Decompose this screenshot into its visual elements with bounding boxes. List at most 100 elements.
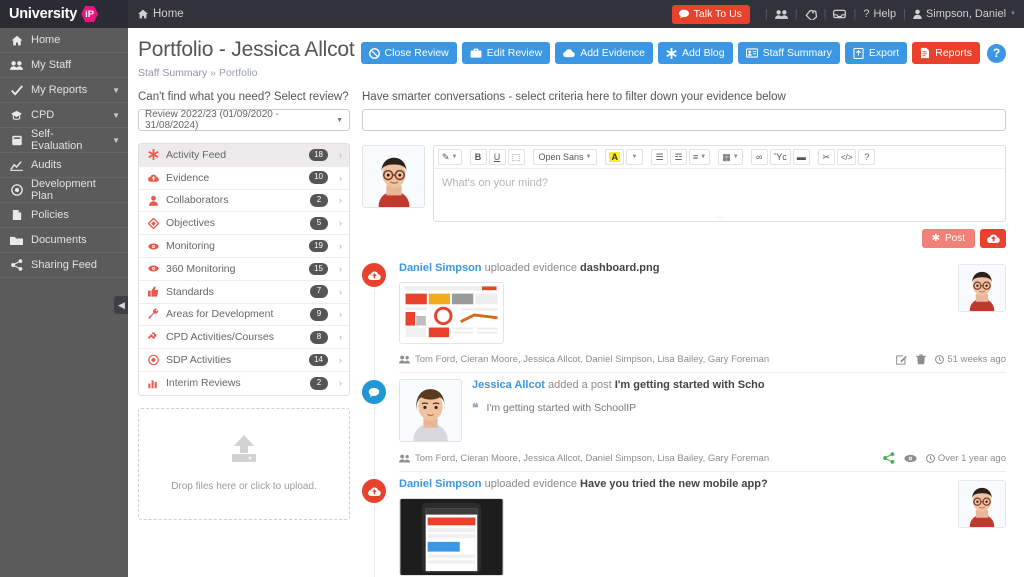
add-evidence-button[interactable]: Add Evidence <box>555 42 653 64</box>
feed-subject[interactable]: Have you tried the new mobile app? <box>580 478 768 490</box>
sidebar-item-my-reports[interactable]: My Reports ▼ <box>0 78 128 103</box>
upload-evidence-button[interactable] <box>980 229 1006 248</box>
post-body: Jessica Allcot added a post I'm getting … <box>399 379 1006 442</box>
users-group-icon[interactable] <box>774 9 788 20</box>
talk-to-us-button[interactable]: Talk To Us <box>671 4 750 24</box>
sidebar-item-my-staff[interactable]: My Staff <box>0 53 128 78</box>
help-label: Help <box>873 8 897 20</box>
toolbar-group: ✎ ▼ <box>438 149 462 165</box>
sidebar-item-cpd[interactable]: CPD ▼ <box>0 103 128 128</box>
add-blog-button[interactable]: Add Blog <box>658 42 733 64</box>
code-view-button[interactable]: </> <box>836 149 857 165</box>
ordered-list-button[interactable]: ☲ <box>669 149 687 165</box>
sidebar-item-home[interactable]: Home <box>0 28 128 53</box>
feed-author[interactable]: Daniel Simpson <box>399 262 482 274</box>
text-color-dropdown[interactable]: ▼ <box>625 149 643 165</box>
clear-format-button[interactable]: ⬚ <box>507 149 525 165</box>
help-link[interactable]: ? Help <box>863 8 896 20</box>
feed-author[interactable]: Jessica Allcot <box>472 379 545 391</box>
section-item-cpd-activities-courses[interactable]: CPD Activities/Courses 8 › <box>139 326 349 350</box>
image-glyph: Ὓc <box>773 152 787 162</box>
briefcase-icon <box>470 48 482 58</box>
sidebar-collapse-button[interactable]: ◀ <box>114 296 129 314</box>
sidebar-item-documents[interactable]: Documents <box>0 228 128 253</box>
section-item-objectives[interactable]: Objectives 5 › <box>139 212 349 236</box>
evidence-type-icon <box>359 476 389 506</box>
feed-subject[interactable]: dashboard.png <box>580 262 659 274</box>
section-item-sdp-activities[interactable]: SDP Activities 14 › <box>139 349 349 372</box>
eye-icon[interactable] <box>904 454 917 463</box>
highlight-color-button[interactable]: A <box>605 149 624 165</box>
link-button[interactable]: ∞ <box>750 149 768 165</box>
user-icon <box>148 195 159 206</box>
align-dropdown[interactable]: ≡ ▼ <box>688 149 711 165</box>
image-button[interactable]: Ὓc <box>769 149 791 165</box>
edit-icon[interactable] <box>896 354 908 365</box>
section-item-collaborators[interactable]: Collaborators 2 › <box>139 189 349 213</box>
table-dropdown[interactable]: ▦ ▼ <box>718 149 743 165</box>
section-label: Areas for Development <box>166 308 274 321</box>
page-help-button[interactable]: ? <box>987 43 1006 63</box>
post-button[interactable]: ✱ Post <box>921 229 975 248</box>
tag-icon[interactable] <box>805 9 817 20</box>
sidebar-item-sharing-feed[interactable]: Sharing Feed <box>0 253 128 278</box>
style-dropdown[interactable]: ✎ ▼ <box>438 149 462 165</box>
sidebar-item-audits[interactable]: Audits <box>0 153 128 178</box>
talk-to-us-label: Talk To Us <box>693 7 742 20</box>
section-item-activity-feed[interactable]: Activity Feed 18 › <box>139 144 349 167</box>
main-content: Portfolio - Jessica Allcot Staff Summary… <box>128 28 1024 577</box>
section-item-monitoring[interactable]: Monitoring 19 › <box>139 235 349 258</box>
share-icon[interactable] <box>883 452 895 464</box>
sidebar-item-self-evaluation[interactable]: Self-Evaluation ▼ <box>0 128 128 153</box>
feed-item: Jessica Allcot added a post I'm getting … <box>359 377 1006 476</box>
section-item-standards[interactable]: Standards 7 › <box>139 280 349 304</box>
topbar-home-label: Home <box>153 8 184 20</box>
section-item-360-monitoring[interactable]: 360 Monitoring 15 › <box>139 257 349 281</box>
topbar-home-link[interactable]: Home <box>138 8 184 20</box>
bar-chart-icon <box>148 378 159 389</box>
bold-button[interactable]: B <box>469 149 487 165</box>
right-panel: Have smarter conversations - select crit… <box>359 91 1006 577</box>
evidence-thumbnail[interactable] <box>399 498 504 576</box>
feed-author[interactable]: Daniel Simpson <box>399 478 482 490</box>
sidebar-item-policies[interactable]: Policies <box>0 203 128 228</box>
chevron-right-icon: › <box>339 218 342 229</box>
brand-logo[interactable]: University iP <box>0 0 128 28</box>
underline-button[interactable]: U <box>488 149 506 165</box>
feed-action: added a post <box>548 379 612 391</box>
folder-icon <box>10 235 23 246</box>
editor-textarea[interactable]: What's on your mind? <box>434 169 1005 214</box>
export-button[interactable]: Export <box>844 42 908 64</box>
section-item-evidence[interactable]: Evidence 10 › <box>139 166 349 190</box>
unlink-button[interactable]: ✂ <box>817 149 835 165</box>
editor-resize-handle[interactable]: … <box>434 212 1005 221</box>
user-menu[interactable]: Simpson, Daniel ▼ <box>913 8 1016 20</box>
rich-text-editor: ✎ ▼ B U ⬚ Open Sans ▼ A ▼ ☰ ☲ ≡ ▼ ▦ ▼ ∞ Ὓc ▬ ✂ </>? What's … <box>433 145 1006 222</box>
breadcrumb-staff-summary[interactable]: Staff Summary <box>138 67 207 79</box>
unordered-list-button[interactable]: ☰ <box>650 149 668 165</box>
sidebar-item-development-plan[interactable]: Development Plan <box>0 178 128 203</box>
evidence-body: Daniel Simpson uploaded evidence dashboa… <box>399 262 1006 344</box>
feed-subject[interactable]: I'm getting started with Scho <box>615 379 765 391</box>
video-button[interactable]: ▬ <box>792 149 810 165</box>
chevron-right-icon: › <box>339 241 342 252</box>
file-dropzone[interactable]: Drop files here or click to upload. <box>138 407 350 520</box>
review-select[interactable]: Review 2022/23 (01/09/2020 - 31/08/2024)… <box>138 109 350 131</box>
bold-glyph: B <box>474 152 482 162</box>
breadcrumb-separator: » <box>210 67 217 79</box>
evidence-thumbnail[interactable] <box>399 282 504 344</box>
feed-item-actions: Over 1 year ago <box>883 452 1006 464</box>
editor-help-button[interactable]: ? <box>858 149 876 165</box>
edit-review-button[interactable]: Edit Review <box>461 42 551 64</box>
reports-button[interactable]: Reports <box>912 42 980 64</box>
section-item-interim-reviews[interactable]: Interim Reviews 2 › <box>139 371 349 395</box>
sidebar-item-label: My Staff <box>31 59 72 71</box>
section-item-areas-for-development[interactable]: Areas for Development 9 › <box>139 303 349 327</box>
delete-icon[interactable] <box>916 354 927 365</box>
close-review-button[interactable]: Close Review <box>360 42 457 64</box>
criteria-filter-input[interactable] <box>362 109 1006 131</box>
inbox-icon[interactable] <box>833 9 847 19</box>
staff-summary-button[interactable]: Staff Summary <box>737 42 840 64</box>
toolbar-group: ✂ </>? <box>817 149 876 165</box>
font-dropdown[interactable]: Open Sans ▼ <box>532 149 598 165</box>
